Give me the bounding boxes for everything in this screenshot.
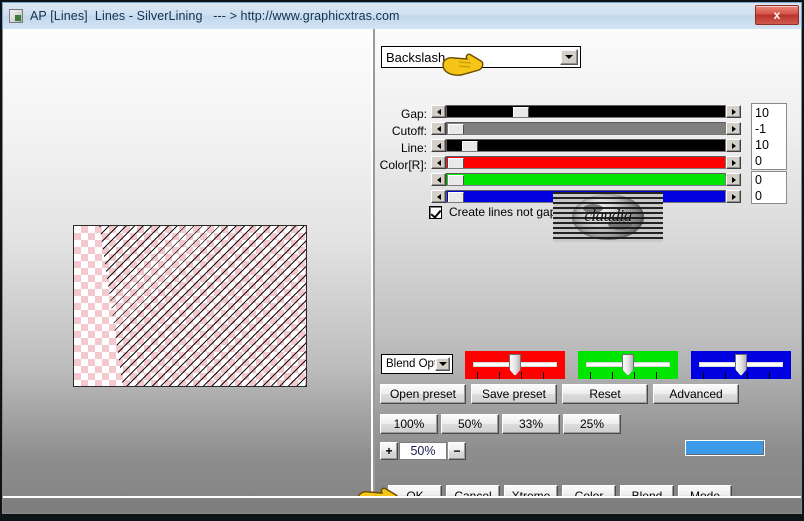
controls-pane: Backslash Gap: Cutoff: Line: Color[R]: 1… — [375, 29, 801, 497]
zoom-level-field[interactable]: 50% — [399, 442, 447, 460]
value-color-r[interactable]: 0 — [755, 153, 762, 169]
color-swatch[interactable] — [685, 440, 765, 456]
create-lines-not-gaps-label: Create lines not gaps — [449, 205, 563, 219]
effect-preset-dropdown[interactable]: Backslash — [381, 46, 581, 68]
slider-color-g-decrease[interactable] — [431, 173, 446, 186]
slider-gap-thumb[interactable] — [513, 107, 529, 117]
slider-color-r[interactable] — [431, 156, 741, 169]
image-preview[interactable] — [73, 225, 307, 387]
rgb-slider-green[interactable] — [578, 351, 678, 379]
slider-label-color-r: Color[R]: — [379, 158, 427, 172]
save-preset-button[interactable]: Save preset — [471, 384, 557, 404]
checkbox-check-icon[interactable] — [429, 205, 442, 219]
chevron-down-icon[interactable] — [560, 49, 578, 65]
app-icon — [9, 9, 23, 23]
slider-gap-decrease[interactable] — [431, 105, 446, 118]
slider-color-b-decrease[interactable] — [431, 190, 446, 203]
value-group-primary[interactable]: 10 -1 10 0 — [751, 103, 787, 170]
status-bar — [3, 496, 801, 513]
slider-cutoff-increase[interactable] — [726, 122, 741, 135]
slider-cutoff-track[interactable] — [446, 122, 726, 135]
slider-label-cutoff: Cutoff: — [391, 124, 427, 138]
rgb-slider-blue-knob[interactable] — [735, 354, 747, 376]
slider-color-r-thumb[interactable] — [448, 158, 464, 168]
logo-stripe-overlay — [553, 192, 663, 242]
advanced-button[interactable]: Advanced — [653, 384, 739, 404]
logo-thumbnail[interactable]: claudia — [553, 192, 663, 242]
zoom-50-button[interactable]: 50% — [441, 414, 499, 434]
slider-line-decrease[interactable] — [431, 139, 446, 152]
zoom-25-button[interactable]: 25% — [563, 414, 621, 434]
slider-cutoff-decrease[interactable] — [431, 122, 446, 135]
zoom-100-button[interactable]: 100% — [380, 414, 438, 434]
value-color-b[interactable]: 0 — [755, 188, 762, 204]
rgb-slider-blue[interactable] — [691, 351, 791, 379]
blend-options-value: Blend Opti — [386, 358, 440, 370]
slider-gap[interactable] — [431, 105, 741, 118]
value-group-secondary[interactable]: 0 0 — [751, 171, 787, 204]
slider-color-g-track[interactable] — [446, 173, 726, 186]
value-line[interactable]: 10 — [755, 137, 769, 153]
open-preset-button[interactable]: Open preset — [380, 384, 466, 404]
window-title: AP [Lines] Lines - SilverLining --- > ht… — [30, 9, 400, 23]
zoom-33-button[interactable]: 33% — [502, 414, 560, 434]
client-area: Backslash Gap: Cutoff: Line: Color[R]: 1… — [2, 29, 802, 514]
zoom-decrease-button[interactable]: − — [448, 442, 466, 460]
slider-label-gap: Gap: — [400, 107, 427, 121]
rgb-slider-green-knob[interactable] — [622, 354, 634, 376]
slider-color-g-increase[interactable] — [726, 173, 741, 186]
title-bar: AP [Lines] Lines - SilverLining --- > ht… — [2, 2, 802, 29]
slider-color-r-decrease[interactable] — [431, 156, 446, 169]
slider-color-r-track[interactable] — [446, 156, 726, 169]
close-button[interactable]: x — [755, 5, 799, 25]
rgb-slider-red-knob[interactable] — [509, 354, 521, 376]
slider-gap-track[interactable] — [446, 105, 726, 118]
effect-preset-value: Backslash — [386, 49, 446, 65]
value-color-g[interactable]: 0 — [755, 172, 762, 188]
slider-cutoff[interactable] — [431, 122, 741, 135]
preview-pane — [3, 29, 373, 497]
blend-options-dropdown[interactable]: Blend Opti — [381, 354, 453, 374]
slider-line-increase[interactable] — [726, 139, 741, 152]
slider-line-thumb[interactable] — [462, 141, 478, 151]
blend-chevron-down-icon[interactable] — [435, 357, 450, 371]
slider-color-r-increase[interactable] — [726, 156, 741, 169]
application-window: AP [Lines] Lines - SilverLining --- > ht… — [0, 0, 804, 521]
create-lines-not-gaps-checkbox[interactable]: Create lines not gaps — [429, 205, 562, 219]
slider-gap-increase[interactable] — [726, 105, 741, 118]
slider-color-g-thumb[interactable] — [448, 175, 464, 185]
slider-color-g[interactable] — [431, 173, 741, 186]
slider-line[interactable] — [431, 139, 741, 152]
zoom-increase-button[interactable]: + — [380, 442, 398, 460]
rgb-slider-red[interactable] — [465, 351, 565, 379]
slider-color-b-thumb[interactable] — [448, 192, 464, 202]
slider-label-line: Line: — [400, 141, 427, 155]
slider-line-track[interactable] — [446, 139, 726, 152]
slider-cutoff-thumb[interactable] — [448, 124, 464, 134]
reset-button[interactable]: Reset — [562, 384, 648, 404]
preview-line-overlay — [99, 226, 306, 386]
value-cutoff[interactable]: -1 — [755, 121, 766, 137]
value-gap[interactable]: 10 — [755, 105, 769, 121]
slider-color-b-increase[interactable] — [726, 190, 741, 203]
